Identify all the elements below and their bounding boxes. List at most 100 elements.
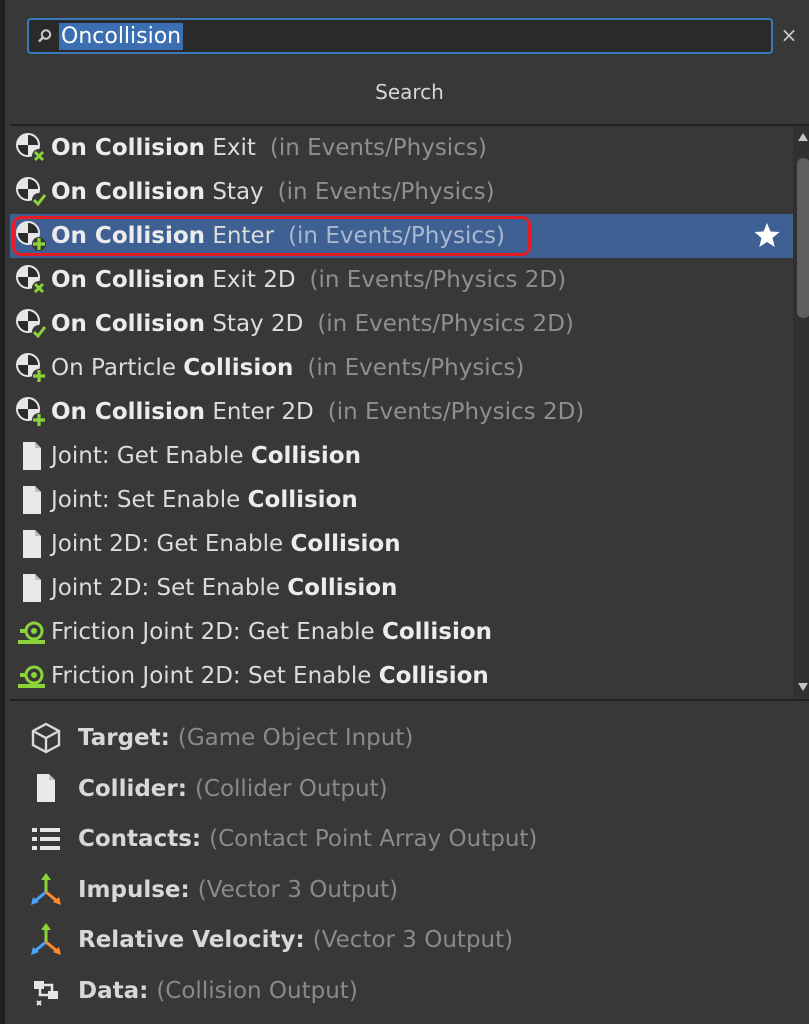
port-name: Contacts:: [78, 826, 202, 853]
result-label-prefix: Joint 2D: Set Enable: [51, 575, 288, 601]
result-label-match: On Collision: [51, 267, 206, 293]
result-label-prefix: Friction Joint 2D: Set Enable: [51, 663, 379, 689]
result-label-match: On Collision: [51, 311, 206, 337]
port-row: Data: (Collision Output): [10, 966, 809, 1017]
result-label-match: Collision: [250, 443, 361, 469]
result-item[interactable]: On Collision Enter 2D (in Events/Physics …: [10, 390, 793, 434]
document-icon: [23, 530, 41, 558]
result-label-match: Collision: [378, 663, 489, 689]
result-item[interactable]: On Collision Exit 2D (in Events/Physics 2…: [10, 258, 793, 302]
port-type: (Vector 3 Output): [197, 876, 399, 903]
port-type: (Game Object Input): [177, 725, 414, 752]
event-enter-icon: [16, 397, 46, 427]
port-name: Collider:: [78, 775, 187, 802]
result-label-match: Collision: [247, 487, 358, 513]
cube-icon: [31, 722, 61, 754]
fuzzy-finder-panel: Oncollision × Search On Collision Exit (i…: [0, 0, 809, 1024]
result-label-match: Collision: [381, 619, 493, 645]
result-label-prefix: Friction Joint 2D: Get Enable: [51, 619, 382, 645]
event-stay-icon: [16, 309, 47, 339]
clear-search-button[interactable]: ×: [779, 24, 799, 46]
port-name: Data:: [78, 977, 149, 1004]
result-item[interactable]: Friction Joint 2D: Set Enable Collision: [10, 654, 793, 698]
result-item[interactable]: Joint: Set Enable Collision: [10, 478, 793, 522]
port-row: Contacts: (Contact Point Array Output): [10, 814, 809, 865]
search-title: Search: [375, 80, 444, 104]
port-name: Relative Velocity:: [78, 927, 305, 954]
friction-joint-icon: [18, 621, 45, 644]
event-exit-icon: [16, 265, 46, 295]
annotation-highlight-box: [12, 216, 531, 256]
favorite-star-icon[interactable]: [753, 221, 781, 249]
result-item-label: On Particle Collision: [51, 355, 293, 381]
result-item[interactable]: On Collision Stay (in Events/Physics): [10, 170, 793, 214]
result-item[interactable]: On Collision Enter (in Events/Physics): [10, 214, 793, 258]
result-item-label: On Collision Stay: [51, 179, 264, 205]
event-stay-icon: [16, 177, 47, 207]
result-category: (in Events/Physics 2D): [327, 399, 585, 425]
result-label-suffix: Exit: [205, 135, 256, 161]
result-label-suffix: Exit 2D: [205, 267, 296, 293]
scroll-down-arrow-icon[interactable]: [797, 682, 809, 692]
result-category: (in Events/Physics 2D): [317, 311, 574, 337]
result-item-label: On Collision Exit 2D: [51, 267, 296, 293]
vector3-icon: [31, 923, 61, 956]
result-item-label: Joint: Get Enable Collision: [51, 443, 361, 469]
result-item[interactable]: On Collision Exit (in Events/Physics): [10, 126, 793, 170]
result-label-match: On Collision: [51, 135, 206, 161]
document-icon: [23, 486, 41, 514]
search-input[interactable]: Oncollision: [27, 18, 773, 54]
result-item-label: Friction Joint 2D: Get Enable Collision: [51, 619, 492, 645]
result-label-match: Collision: [287, 575, 398, 601]
port-name: Target:: [78, 725, 170, 752]
result-label-match: Collision: [183, 355, 294, 381]
result-label-suffix: Enter 2D: [205, 399, 314, 425]
result-item[interactable]: Friction Joint 2D: Get Enable Collision: [10, 610, 793, 654]
port-row: Relative Velocity: (Vector 3 Output): [10, 915, 809, 966]
result-category: (in Events/Physics): [277, 179, 495, 205]
result-label-prefix: On Particle: [51, 355, 184, 381]
document-icon: [23, 442, 41, 470]
result-category: (in Events/Physics): [269, 135, 487, 161]
result-item-label: Joint 2D: Set Enable Collision: [51, 575, 397, 601]
result-scrollbar[interactable]: [793, 126, 809, 698]
port-type: (Collider Output): [194, 775, 388, 802]
result-label-prefix: Joint: Get Enable: [51, 443, 251, 469]
result-item-label: On Collision Exit: [51, 135, 256, 161]
port-row: Impulse: (Vector 3 Output): [10, 865, 809, 916]
result-label-suffix: Stay 2D: [205, 311, 304, 337]
search-icon: [38, 29, 52, 43]
collision-data-icon: [34, 980, 58, 1006]
port-details: Target: (Game Object Input) Collider: (Coll…: [10, 713, 809, 1018]
vector3-icon: [31, 872, 61, 905]
result-label-prefix: Joint: Set Enable: [51, 487, 248, 513]
result-label-suffix: Stay: [205, 179, 264, 205]
result-label-prefix: Joint 2D: Get Enable: [51, 531, 291, 557]
port-type: (Contact Point Array Output): [209, 826, 538, 853]
result-item-label: On Collision Stay 2D: [51, 311, 303, 337]
result-item-label: Joint 2D: Get Enable Collision: [51, 531, 401, 557]
result-item[interactable]: Joint: Get Enable Collision: [10, 434, 793, 478]
port-type: (Vector 3 Output): [312, 927, 514, 954]
search-query-text[interactable]: Oncollision: [59, 23, 184, 50]
result-item[interactable]: On Collision Stay 2D (in Events/Physics 2…: [10, 302, 793, 346]
event-enter-icon: [16, 353, 46, 383]
result-item-label: Joint: Set Enable Collision: [51, 487, 358, 513]
result-item-label: On Collision Enter 2D: [51, 399, 314, 425]
document-icon: [23, 574, 41, 602]
document-icon: [37, 773, 55, 802]
port-name: Impulse:: [78, 876, 190, 903]
result-category: (in Events/Physics 2D): [309, 267, 567, 293]
friction-joint-icon: [18, 665, 45, 688]
scrollbar-thumb[interactable]: [797, 158, 809, 318]
result-item[interactable]: Joint 2D: Get Enable Collision: [10, 522, 793, 566]
result-list[interactable]: On Collision Exit (in Events/Physics) On C…: [10, 126, 793, 698]
result-label-match: Collision: [290, 531, 401, 557]
result-item[interactable]: On Particle Collision (in Events/Physics): [10, 346, 793, 390]
port-row: Target: (Game Object Input): [10, 713, 809, 764]
result-label-match: On Collision: [51, 399, 206, 425]
scroll-up-arrow-icon[interactable]: [797, 132, 809, 142]
port-type: (Collision Output): [156, 977, 358, 1004]
result-item[interactable]: Joint 2D: Set Enable Collision: [10, 566, 793, 610]
event-exit-icon: [16, 133, 46, 163]
